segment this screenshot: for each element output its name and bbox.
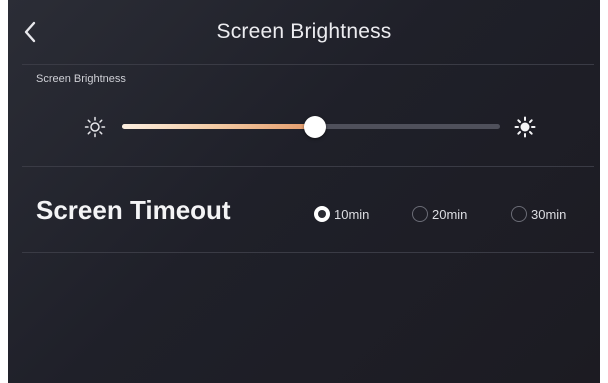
slider-fill (122, 124, 315, 129)
slider-thumb[interactable] (303, 116, 326, 138)
timeout-option-10min[interactable]: 10min (314, 203, 369, 225)
brightness-divider (22, 166, 594, 167)
radio-button[interactable] (511, 206, 527, 222)
page-title: Screen Brightness (216, 20, 392, 43)
brightness-slider[interactable] (122, 116, 500, 138)
timeout-option-30min[interactable]: 30min (511, 203, 566, 225)
sun-outline-icon (84, 116, 106, 138)
header-bar: Screen Brightness (8, 0, 600, 64)
timeout-option-label: 20min (432, 206, 468, 222)
radio-button[interactable] (412, 206, 428, 222)
timeout-divider (22, 252, 594, 253)
sun-filled-icon (514, 116, 536, 138)
timeout-option-label: 30min (531, 206, 567, 222)
timeout-option-20min[interactable]: 20min (412, 203, 467, 225)
radio-button[interactable] (314, 206, 330, 222)
screen-brightness-panel: Screen Brightness Screen Brightness Scre… (8, 0, 600, 383)
timeout-option-label: 10min (334, 206, 370, 222)
brightness-section-label: Screen Brightness (36, 73, 126, 85)
header-divider (22, 64, 594, 65)
screen-timeout-title: Screen Timeout (36, 195, 231, 225)
